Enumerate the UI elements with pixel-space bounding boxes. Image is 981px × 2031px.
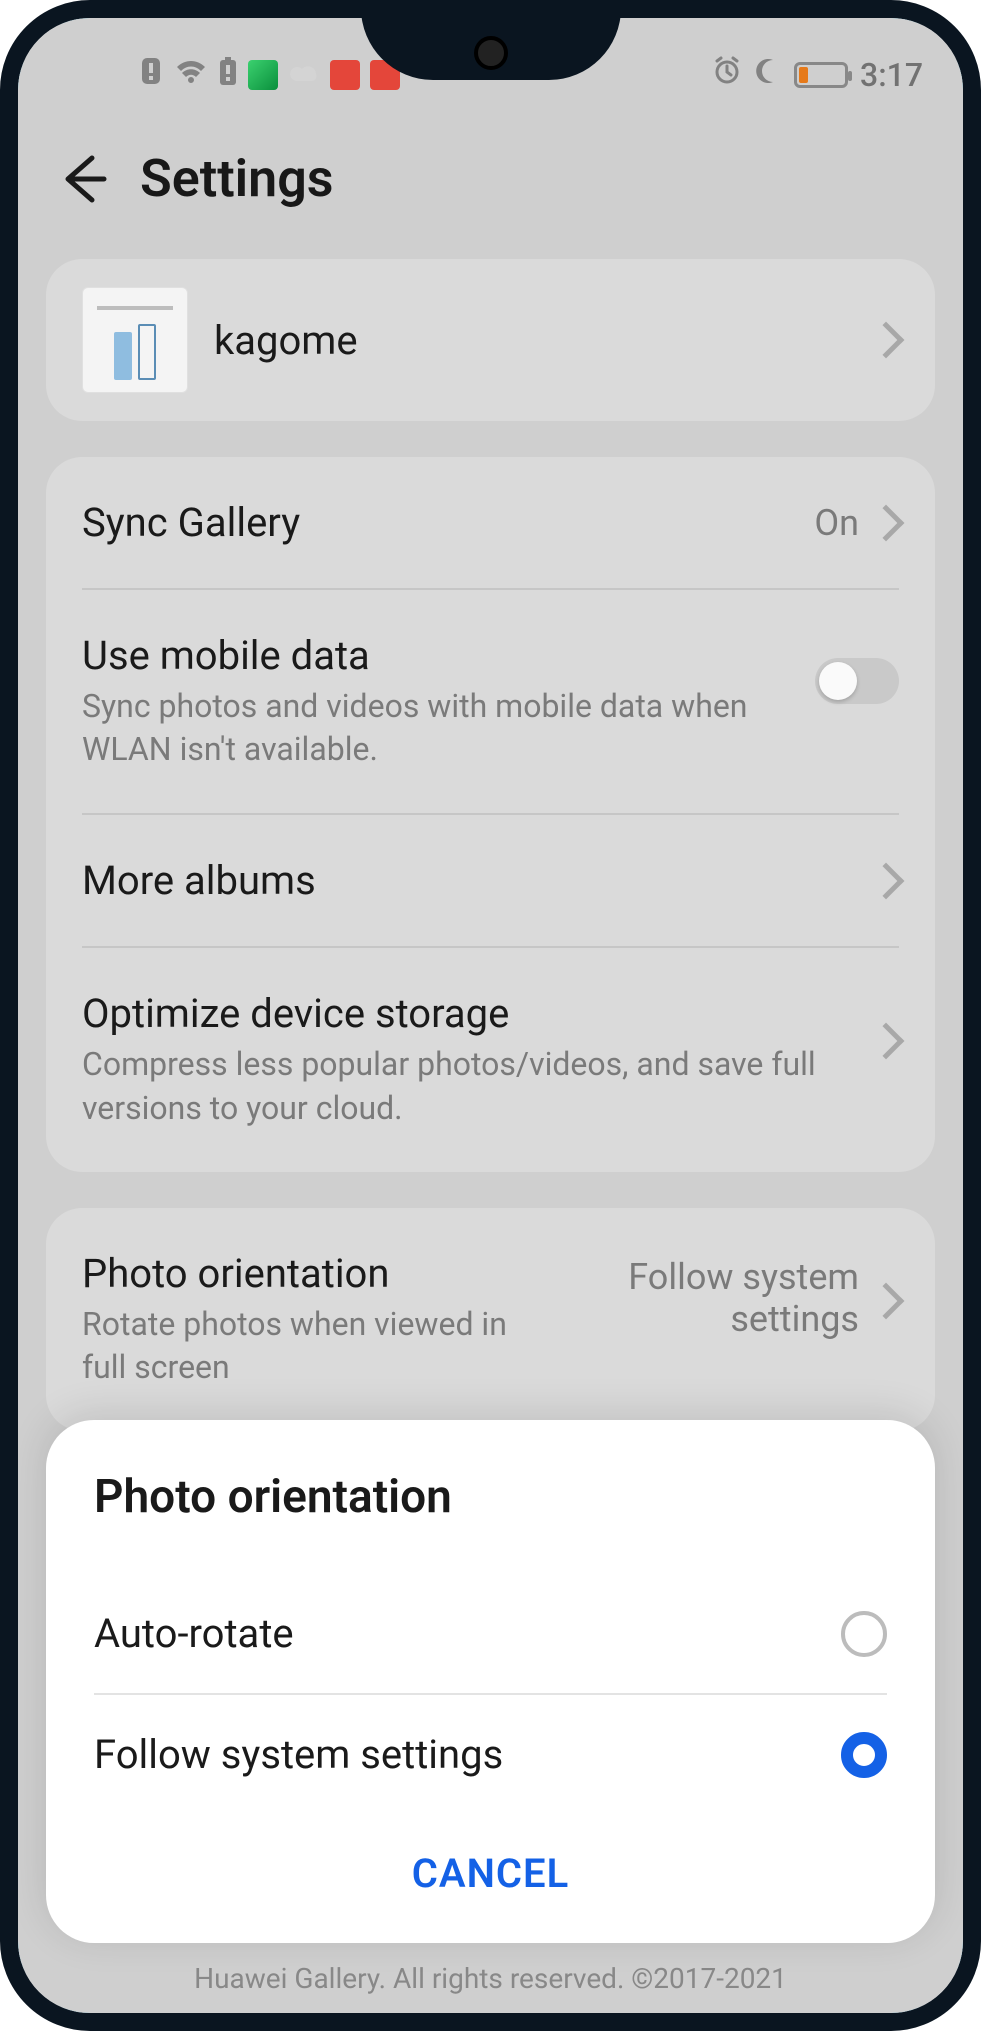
photo-orientation-label: Photo orientation bbox=[82, 1250, 539, 1297]
moon-icon bbox=[754, 57, 782, 93]
battery-icon bbox=[794, 62, 848, 88]
sync-gallery-label: Sync Gallery bbox=[82, 499, 814, 546]
footer-copyright: Huawei Gallery. All rights reserved. ©20… bbox=[18, 1962, 963, 1995]
optimize-row[interactable]: Optimize device storage Compress less po… bbox=[46, 948, 935, 1171]
cancel-button[interactable]: CANCEL bbox=[94, 1814, 887, 1913]
mobile-data-toggle[interactable] bbox=[815, 658, 899, 704]
alert-icon bbox=[138, 56, 164, 94]
app-icon-2 bbox=[330, 60, 360, 90]
dialog-title: Photo orientation bbox=[94, 1470, 887, 1524]
mobile-data-sub: Sync photos and videos with mobile data … bbox=[82, 685, 815, 771]
more-albums-label: More albums bbox=[82, 857, 873, 904]
photo-orientation-value: Follow system settings bbox=[539, 1256, 859, 1340]
cloud-icon bbox=[288, 58, 320, 93]
dialog-option-auto-rotate[interactable]: Auto-rotate bbox=[94, 1574, 887, 1693]
app-icon-1 bbox=[248, 60, 278, 90]
chevron-right-icon bbox=[868, 322, 905, 359]
sync-card: Sync Gallery On Use mobile data Sync pho… bbox=[46, 457, 935, 1172]
mobile-data-label: Use mobile data bbox=[82, 632, 815, 679]
dialog-option-label: Follow system settings bbox=[94, 1731, 503, 1778]
sync-gallery-row[interactable]: Sync Gallery On bbox=[46, 457, 935, 588]
more-albums-row[interactable]: More albums bbox=[46, 815, 935, 946]
photo-orientation-row[interactable]: Photo orientation Rotate photos when vie… bbox=[46, 1208, 935, 1431]
chevron-right-icon bbox=[868, 1023, 905, 1060]
header: Settings bbox=[18, 108, 963, 259]
photo-orientation-dialog: Photo orientation Auto-rotate Follow sys… bbox=[46, 1420, 935, 1943]
profile-card: kagome bbox=[46, 259, 935, 421]
chevron-right-icon bbox=[868, 862, 905, 899]
optimize-sub: Compress less popular photos/videos, and… bbox=[82, 1043, 873, 1129]
page-title: Settings bbox=[140, 148, 334, 209]
orientation-card: Photo orientation Rotate photos when vie… bbox=[46, 1208, 935, 1431]
alarm-icon bbox=[712, 56, 742, 94]
profile-avatar bbox=[82, 287, 188, 393]
battery-alert-icon bbox=[218, 56, 238, 94]
status-time: 3:17 bbox=[860, 56, 923, 94]
dialog-option-label: Auto-rotate bbox=[94, 1610, 294, 1657]
profile-name: kagome bbox=[214, 317, 873, 364]
chevron-right-icon bbox=[868, 1282, 905, 1319]
photo-orientation-sub: Rotate photos when viewed in full screen bbox=[82, 1303, 539, 1389]
dialog-option-follow-system[interactable]: Follow system settings bbox=[94, 1693, 887, 1814]
back-button[interactable] bbox=[54, 150, 112, 208]
chevron-right-icon bbox=[868, 504, 905, 541]
radio-unchecked-icon[interactable] bbox=[841, 1611, 887, 1657]
mobile-data-row[interactable]: Use mobile data Sync photos and videos w… bbox=[46, 590, 935, 813]
sync-gallery-value: On bbox=[814, 502, 859, 544]
optimize-label: Optimize device storage bbox=[82, 990, 873, 1037]
radio-checked-icon[interactable] bbox=[841, 1732, 887, 1778]
profile-row[interactable]: kagome bbox=[46, 259, 935, 421]
wifi-icon bbox=[174, 57, 208, 93]
